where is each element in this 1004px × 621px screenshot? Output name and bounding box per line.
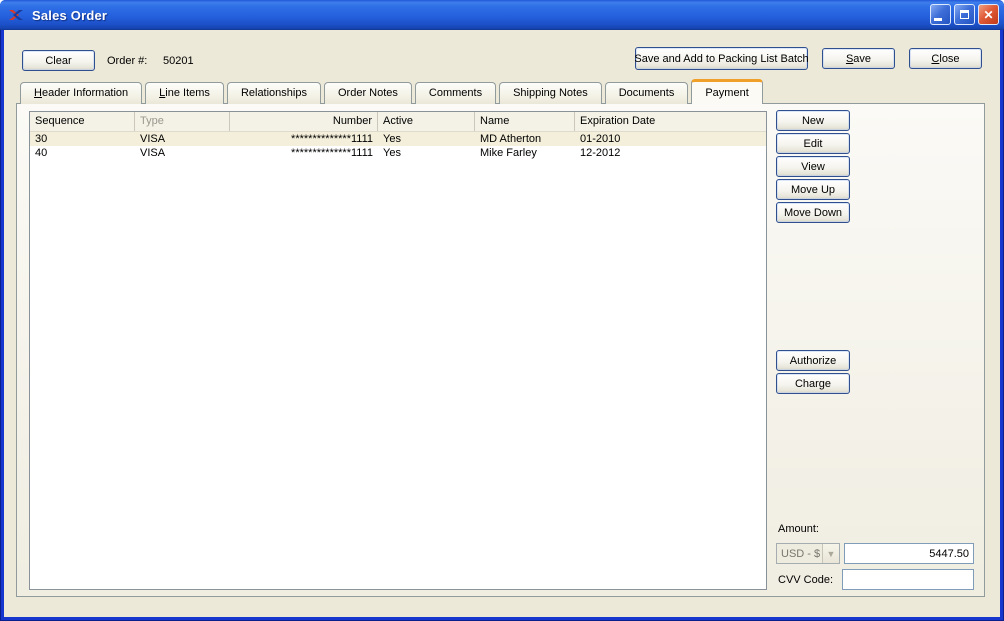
cell-number: **************1111 (291, 133, 373, 145)
cvv-code-label: CVV Code: (778, 574, 834, 586)
column-header-sequence[interactable]: Sequence (30, 112, 135, 131)
app-logo-icon (8, 7, 24, 23)
move-down-button[interactable]: Move Down (776, 202, 850, 223)
column-header-number[interactable]: Number (230, 112, 378, 131)
payment-tab-panel: Sequence Type Number Active Name Expirat… (16, 103, 985, 597)
column-header-expiration-date[interactable]: Expiration Date (575, 112, 766, 131)
currency-select[interactable]: USD - $ ▼ (776, 543, 840, 564)
cell-sequence: 30 (35, 133, 48, 145)
minimize-button[interactable] (930, 4, 951, 25)
column-header-type[interactable]: Type (135, 112, 230, 131)
currency-selected-value: USD - $ (781, 547, 821, 560)
window-title: Sales Order (32, 7, 108, 23)
maximize-icon (960, 10, 969, 19)
cell-type: VISA (140, 133, 166, 145)
amount-input[interactable] (844, 543, 974, 564)
window-content: Clear Order #: 50201 Save and Add to Pac… (4, 30, 1000, 617)
minimize-icon (934, 17, 942, 21)
cell-number: **************1111 (291, 147, 373, 159)
window-close-button[interactable]: Close (909, 48, 982, 69)
tab-relationships[interactable]: Relationships (226, 82, 321, 104)
table-row[interactable]: 40 VISA **************1111 Yes Mike Farl… (30, 146, 766, 160)
save-button[interactable]: Save (822, 48, 895, 69)
window-controls: ✕ (930, 4, 999, 25)
tab-documents[interactable]: Documents (604, 82, 689, 104)
cell-active: Yes (383, 133, 401, 145)
amount-label: Amount: (778, 523, 819, 535)
cvv-code-input[interactable] (842, 569, 974, 590)
table-header-row: Sequence Type Number Active Name Expirat… (30, 112, 766, 132)
cell-type: VISA (140, 147, 166, 159)
cell-expiration-date: 12-2012 (580, 147, 621, 159)
move-up-button[interactable]: Move Up (776, 179, 850, 200)
tab-shipping-notes[interactable]: Shipping Notes (499, 82, 602, 104)
cell-name: MD Atherton (480, 133, 542, 145)
close-button[interactable]: ✕ (978, 4, 999, 25)
charge-button[interactable]: Charge (776, 373, 850, 394)
column-header-active[interactable]: Active (378, 112, 475, 131)
sales-order-window: Sales Order ✕ Clear Order #: 50201 Save … (0, 0, 1004, 621)
payment-methods-table: Sequence Type Number Active Name Expirat… (29, 111, 767, 590)
cell-sequence: 40 (35, 147, 48, 159)
maximize-button[interactable] (954, 4, 975, 25)
tab-header-information[interactable]: Header Information (20, 82, 143, 104)
column-header-name[interactable]: Name (475, 112, 575, 131)
tab-strip: Header Information Line Items Relationsh… (20, 79, 763, 104)
clear-button[interactable]: Clear (22, 50, 95, 71)
new-button[interactable]: New (776, 110, 850, 131)
close-icon: ✕ (983, 7, 994, 22)
cell-name: Mike Farley (480, 147, 537, 159)
edit-button[interactable]: Edit (776, 133, 850, 154)
order-number-label: Order #: (107, 55, 148, 67)
table-row[interactable]: 30 VISA **************1111 Yes MD Athert… (30, 132, 766, 146)
chevron-down-icon: ▼ (822, 544, 839, 563)
cell-active: Yes (383, 147, 401, 159)
titlebar[interactable]: Sales Order ✕ (0, 0, 1004, 30)
tab-payment[interactable]: Payment (691, 79, 763, 104)
tab-line-items[interactable]: Line Items (145, 82, 224, 104)
save-and-add-to-packing-list-batch-button[interactable]: Save and Add to Packing List Batch (634, 47, 809, 70)
tab-comments[interactable]: Comments (414, 82, 497, 104)
view-button[interactable]: View (776, 156, 850, 177)
tab-order-notes[interactable]: Order Notes (323, 82, 412, 104)
authorize-button[interactable]: Authorize (776, 350, 850, 371)
cell-expiration-date: 01-2010 (580, 133, 621, 145)
order-number-value: 50201 (163, 55, 194, 67)
